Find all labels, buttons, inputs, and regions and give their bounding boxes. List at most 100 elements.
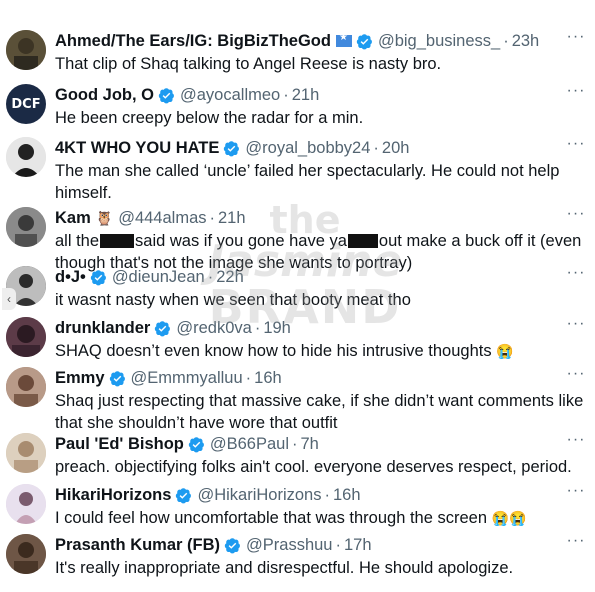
tweet-text: He been creepy below the radar for a min… [55,109,364,127]
tweet-header: Kam 🦉 @444almas · 21h [55,206,555,230]
avatar[interactable] [6,30,46,70]
reply-feed: Ahmed/The Ears/IG: BigBizTheGod @big_bus… [0,0,595,592]
verified-badge-icon [155,320,171,336]
user-handle[interactable]: @royal_bobby24 [245,139,370,158]
tweet-text: Shaq just respecting that massive cake, … [55,392,584,432]
timestamp[interactable]: 22h [216,268,244,287]
avatar-image [6,484,46,524]
tweet-text: it wasnt nasty when we seen that booty m… [55,291,411,309]
tweet-header: HikariHorizons @HikariHorizons · 16h [55,483,555,507]
timestamp[interactable]: 16h [333,486,361,505]
tweet-header: Prasanth Kumar (FB) @Prasshuu · 17h [55,533,555,557]
tweet-text-part: I could feel how uncomfortable that was … [55,509,488,527]
avatar[interactable] [6,317,46,357]
more-options-icon[interactable]: ··· [565,533,587,554]
more-options-icon[interactable]: ··· [565,29,587,50]
separator-dot: · [209,208,216,227]
separator-dot: · [503,31,509,50]
display-name[interactable]: Ahmed/The Ears/IG: BigBizTheGod [55,32,331,51]
avatar[interactable]: DCF [6,84,46,124]
avatar-image [6,137,46,177]
separator-dot: · [324,485,330,504]
tweet-text: I could feel how uncomfortable that was … [55,507,587,529]
more-options-icon[interactable]: ··· [565,432,587,453]
scroll-left-icon[interactable]: ‹ [2,288,16,310]
separator-dot: · [283,85,289,104]
timestamp[interactable]: 21h [218,209,246,228]
user-handle[interactable]: @HikariHorizons [197,486,321,505]
tweet-text-part: SHAQ doesn’t even know how to hide his i… [55,342,492,360]
separator-dot: · [292,434,298,453]
user-handle[interactable]: @big_business_ [378,32,500,51]
tweet-header: Emmy @Emmmyalluu · 16h [55,366,555,390]
display-name[interactable]: Good Job, O [55,86,154,105]
avatar[interactable] [6,367,46,407]
user-handle[interactable]: @Emmmyalluu [131,369,243,388]
verified-badge-icon [188,436,204,452]
timestamp[interactable]: 23h [512,32,540,51]
tweet-text: SHAQ doesn’t even know how to hide his i… [55,340,587,362]
verified-badge-icon [224,140,240,156]
avatar-label: DCF [11,96,41,112]
display-name[interactable]: Paul 'Ed' Bishop [55,435,184,454]
tweet-header: Ahmed/The Ears/IG: BigBizTheGod @big_bus… [55,29,555,53]
tweet-header: Good Job, O @ayocallmeo · 21h [55,83,555,107]
avatar-image [6,367,46,407]
avatar[interactable] [6,484,46,524]
display-name[interactable]: 4KT WHO YOU HATE [55,139,219,158]
display-name[interactable]: Prasanth Kumar (FB) [55,536,220,555]
verified-badge-icon [356,33,372,49]
timestamp[interactable]: 20h [382,139,410,158]
separator-dot: · [373,138,379,157]
more-options-icon[interactable]: ··· [565,136,587,157]
tweet-header: Paul 'Ed' Bishop @B66Paul · 7h [55,432,555,456]
display-name[interactable]: d•J• [55,268,86,287]
user-handle[interactable]: @Prasshuu [246,536,332,555]
user-handle[interactable]: @444almas [118,209,206,228]
tweet-text: It's really inappropriate and disrespect… [55,559,514,577]
avatar[interactable] [6,207,46,247]
tweet-header: drunklander @redk0va · 19h [55,316,555,340]
loudly-crying-face-emoji: 😭 [496,343,514,359]
timestamp[interactable]: 16h [254,369,282,388]
tweet-header: 4KT WHO YOU HATE @royal_bobby24 · 20h [55,136,555,160]
avatar[interactable] [6,433,46,473]
tweet-text: The man she called ‘uncle’ failed her sp… [55,162,560,202]
verified-badge-icon [158,87,174,103]
more-options-icon[interactable]: ··· [565,206,587,227]
timestamp[interactable]: 7h [301,435,319,454]
tweet-text: That clip of Shaq talking to Angel Reese… [55,55,442,73]
timestamp[interactable]: 19h [263,319,291,338]
owl-emoji-icon: 🦉 [95,209,114,226]
display-name[interactable]: Emmy [55,369,105,388]
more-options-icon[interactable]: ··· [565,366,587,387]
avatar[interactable] [6,137,46,177]
more-options-icon[interactable]: ··· [565,483,587,504]
separator-dot: · [335,535,342,554]
avatar-image [6,30,46,70]
avatar[interactable] [6,534,46,574]
user-handle[interactable]: @ayocallmeo [180,86,280,105]
avatar-image [6,207,46,247]
redaction-bar [100,234,135,248]
tweet-header: d•J• @dieunJean · 22h [55,265,555,289]
verified-badge-icon [176,487,192,503]
avatar-image [6,534,46,574]
separator-dot: · [245,368,252,387]
display-name[interactable]: HikariHorizons [55,486,171,505]
more-options-icon[interactable]: ··· [565,83,587,104]
separator-dot: · [254,318,261,337]
tweet-text-part: all the [55,232,100,250]
tweet-text: preach. objectifying folks ain't cool. e… [55,458,572,476]
user-handle[interactable]: @B66Paul [210,435,289,454]
separator-dot: · [207,267,214,286]
timestamp[interactable]: 17h [344,536,372,555]
user-handle[interactable]: @redk0va [176,319,251,338]
more-options-icon[interactable]: ··· [565,265,587,286]
display-name[interactable]: Kam [55,209,91,228]
more-options-icon[interactable]: ··· [565,316,587,337]
avatar-image [6,317,46,357]
display-name[interactable]: drunklander [55,319,150,338]
user-handle[interactable]: @dieunJean [112,268,205,287]
timestamp[interactable]: 21h [292,86,320,105]
